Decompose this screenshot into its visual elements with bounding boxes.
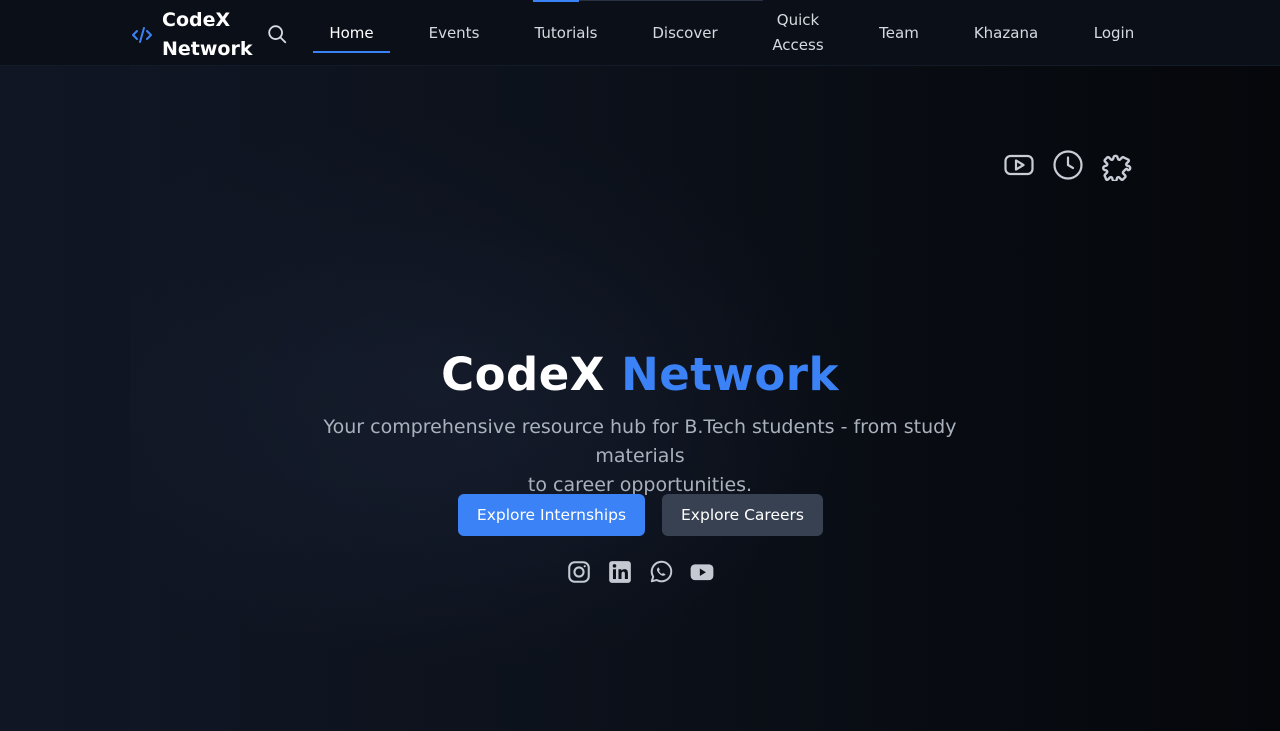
hero-title-part1: CodeX — [441, 348, 605, 401]
brand-name-line2: Network — [162, 38, 253, 60]
nav-item-home[interactable]: Home — [313, 0, 390, 66]
whatsapp-icon[interactable] — [648, 559, 674, 585]
nav-item-quick-access-line2: Access — [772, 36, 824, 54]
brand-logo-link[interactable]: CodeX Network — [130, 6, 252, 64]
hero-subtitle-line2: to career opportunities. — [527, 474, 753, 496]
nav-item-quick-access-line1: Quick — [776, 11, 820, 29]
clock-icon[interactable] — [1052, 149, 1084, 181]
nav-item-tutorials[interactable]: Tutorials — [522, 0, 610, 66]
explore-internships-button[interactable]: Explore Internships — [458, 494, 645, 536]
nav-item-discover[interactable]: Discover — [642, 0, 728, 66]
nav-item-khazana[interactable]: Khazana — [962, 0, 1050, 66]
hero-title-part2: Network — [621, 348, 839, 401]
hero-subtitle-line1: Your comprehensive resource hub for B.Te… — [323, 416, 957, 467]
nav-item-events[interactable]: Events — [418, 0, 490, 66]
brand-name-line1: CodeX — [162, 9, 231, 31]
navbar: CodeX Network Home Events Tutorials Disc… — [0, 0, 1280, 66]
youtube-icon[interactable] — [689, 559, 715, 585]
hero-subtitle: Your comprehensive resource hub for B.Te… — [290, 413, 990, 500]
instagram-icon[interactable] — [566, 559, 592, 585]
search-icon[interactable] — [266, 23, 288, 45]
nav-active-underline — [313, 51, 390, 53]
nav-item-quick-access[interactable]: Quick Access — [760, 0, 836, 66]
code-icon — [130, 23, 154, 47]
puzzle-icon[interactable] — [1101, 149, 1133, 183]
nav-item-login[interactable]: Login — [1082, 0, 1146, 66]
brand-name: CodeX Network — [162, 6, 252, 64]
nav-item-team[interactable]: Team — [868, 0, 930, 66]
hero-title: CodeX Network — [0, 347, 1280, 403]
youtube-icon[interactable] — [1003, 149, 1035, 181]
linkedin-icon[interactable] — [607, 559, 633, 585]
explore-careers-button[interactable]: Explore Careers — [662, 494, 823, 536]
